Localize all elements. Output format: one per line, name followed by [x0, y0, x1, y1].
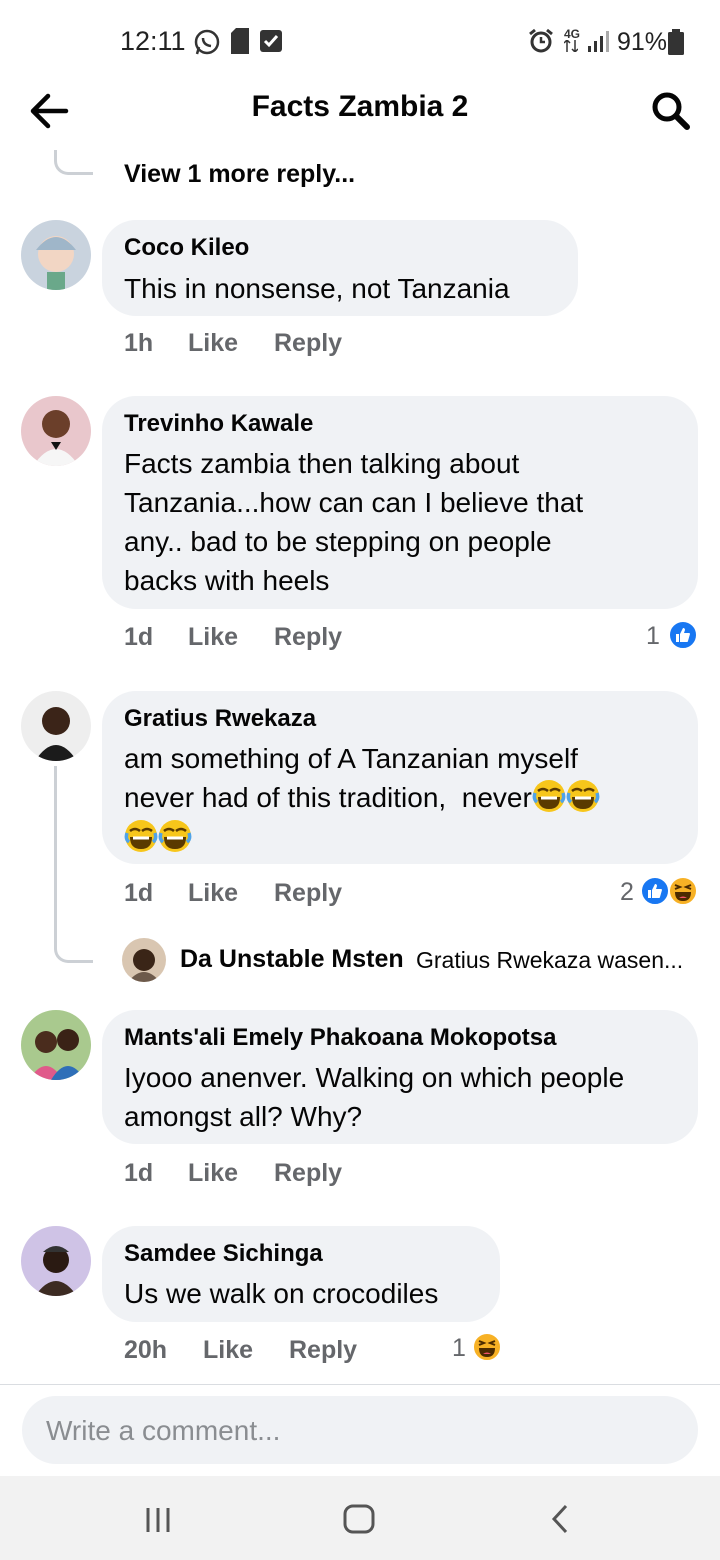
- haha-reaction-icon: [668, 876, 698, 906]
- nested-reply[interactable]: Da Unstable Msten Gratius Rwekaza wasen.…: [122, 936, 712, 984]
- battery-icon: [668, 29, 684, 55]
- comment-bubble[interactable]: Samdee Sichinga Us we walk on crocodiles: [102, 1226, 500, 1322]
- comment: Samdee Sichinga Us we walk on crocodiles…: [0, 1226, 720, 1376]
- haha-reaction-icon: [472, 1332, 502, 1362]
- reply-author[interactable]: Da Unstable Msten: [180, 945, 404, 974]
- thread-connector: [54, 150, 93, 175]
- comment-text-line: amongst all? Why?: [124, 1101, 363, 1132]
- comment-time[interactable]: 1d: [124, 1159, 153, 1188]
- comment-text: This in nonsense, not Tanzania: [124, 273, 510, 304]
- signal-icon: [588, 31, 609, 52]
- reply-button[interactable]: Reply: [274, 329, 342, 358]
- recent-apps-icon[interactable]: [144, 1506, 172, 1534]
- comment-input[interactable]: [44, 1396, 668, 1466]
- comment-author[interactable]: Mants'ali Emely Phakoana Mokopotsa: [124, 1024, 557, 1052]
- comment: Mants'ali Emely Phakoana Mokopotsa Iyooo…: [0, 1010, 720, 1200]
- like-button[interactable]: Like: [188, 879, 238, 908]
- comment-text-fragment: never had of this tradition, never: [124, 782, 532, 813]
- comment-text-line: any.. bad to be stepping on people: [124, 526, 552, 557]
- reply-button[interactable]: Reply: [289, 1336, 357, 1365]
- avatar[interactable]: [21, 1226, 91, 1296]
- battery-percent: 91%: [617, 28, 668, 56]
- comment-author[interactable]: Gratius Rwekaza: [124, 705, 316, 733]
- comment-author[interactable]: Trevinho Kawale: [124, 410, 313, 438]
- search-button[interactable]: [648, 88, 694, 134]
- reaction-summary[interactable]: 1: [452, 1332, 504, 1362]
- reaction-summary[interactable]: 2: [620, 876, 700, 906]
- like-button[interactable]: Like: [188, 623, 238, 652]
- search-icon: [652, 92, 690, 130]
- avatar[interactable]: [21, 691, 91, 761]
- comment: Trevinho Kawale Facts zambia then talkin…: [0, 396, 720, 666]
- avatar[interactable]: [21, 396, 91, 466]
- reaction-count: 2: [620, 878, 634, 906]
- thread-connector: [54, 766, 93, 963]
- network-4g-icon: 4G: [564, 27, 581, 41]
- comment-composer[interactable]: [22, 1396, 698, 1466]
- alarm-icon: [529, 28, 553, 53]
- comment-time[interactable]: 1d: [124, 623, 153, 652]
- system-nav-bar: [0, 1476, 720, 1560]
- comment-bubble[interactable]: Mants'ali Emely Phakoana Mokopotsa Iyooo…: [102, 1010, 698, 1144]
- avatar[interactable]: [21, 1010, 91, 1080]
- comment-author[interactable]: Samdee Sichinga: [124, 1240, 323, 1268]
- comment-text-line: am something of A Tanzanian myself: [124, 743, 578, 774]
- comment-time[interactable]: 20h: [124, 1336, 167, 1365]
- reply-button[interactable]: Reply: [274, 1159, 342, 1188]
- comment-bubble[interactable]: Gratius Rwekaza am something of A Tanzan…: [102, 691, 698, 864]
- like-button[interactable]: Like: [188, 329, 238, 358]
- laugh-cry-emoji-icon: [532, 779, 566, 813]
- whatsapp-icon: [194, 29, 220, 55]
- comment-text-line: Iyooo anenver. Walking on which people: [124, 1062, 625, 1093]
- home-icon[interactable]: [342, 1504, 376, 1534]
- comment: Coco Kileo This in nonsense, not Tanzani…: [0, 218, 720, 368]
- avatar[interactable]: [122, 938, 166, 982]
- emoji-line: [124, 819, 192, 853]
- back-icon[interactable]: [548, 1504, 572, 1534]
- reaction-count: 1: [452, 1334, 466, 1362]
- comment-text-line: Tanzania...how can can I believe that: [124, 487, 584, 518]
- laugh-cry-emoji-icon: [124, 819, 158, 853]
- laugh-cry-emoji-icon: [566, 779, 600, 813]
- comment-author[interactable]: Coco Kileo: [124, 234, 249, 262]
- checkbox-notification-icon: [260, 30, 282, 52]
- comment-bubble[interactable]: Trevinho Kawale Facts zambia then talkin…: [102, 396, 698, 609]
- avatar[interactable]: [21, 220, 91, 290]
- sd-card-icon: [231, 28, 249, 54]
- data-arrows-icon: [564, 40, 578, 52]
- like-button[interactable]: Like: [188, 1159, 238, 1188]
- laugh-cry-emoji-icon: [158, 819, 192, 853]
- status-bar: 12:11 4G 91%: [0, 0, 720, 80]
- status-time: 12:11: [120, 26, 186, 56]
- comment-bubble[interactable]: Coco Kileo This in nonsense, not Tanzani…: [102, 220, 578, 316]
- like-button[interactable]: Like: [203, 1336, 253, 1365]
- comment-text-line: backs with heels: [124, 565, 330, 596]
- reply-button[interactable]: Reply: [274, 623, 342, 652]
- comment: Gratius Rwekaza am something of A Tanzan…: [0, 690, 720, 990]
- like-reaction-icon: [668, 620, 698, 650]
- reply-button[interactable]: Reply: [274, 879, 342, 908]
- composer-divider: [0, 1384, 720, 1385]
- comment-text-line: never had of this tradition, never: [124, 778, 600, 817]
- reaction-count: 1: [646, 622, 660, 650]
- comment-time[interactable]: 1h: [124, 329, 153, 358]
- view-more-replies-link[interactable]: View 1 more reply...: [124, 160, 355, 189]
- comment-text: Us we walk on crocodiles: [124, 1278, 439, 1309]
- page-title: Facts Zambia 2: [251, 90, 469, 123]
- like-reaction-icon: [640, 876, 670, 906]
- comment-text-line: Facts zambia then talking about: [124, 448, 520, 479]
- reply-preview: Gratius Rwekaza wasen...: [416, 947, 684, 973]
- comment-time[interactable]: 1d: [124, 879, 153, 908]
